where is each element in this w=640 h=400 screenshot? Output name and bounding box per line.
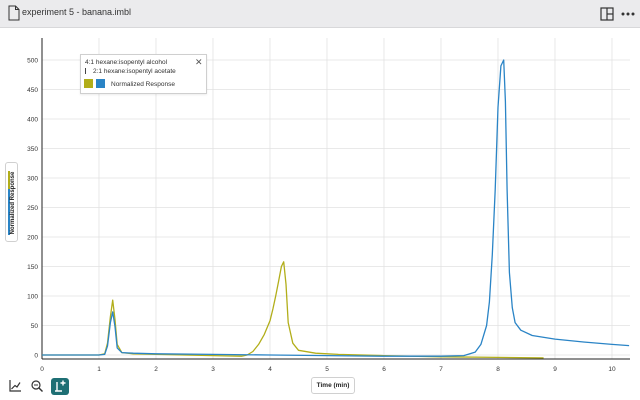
- legend-close-icon[interactable]: ✕: [195, 58, 203, 67]
- y-tick-label: 100: [27, 294, 38, 301]
- x-tick-label: 8: [496, 366, 500, 373]
- split-view-icon[interactable]: [599, 6, 615, 22]
- y-tick-label: 0: [34, 353, 38, 360]
- legend-entry-secondary: 2:1 hexane:isopentyl acetate: [85, 68, 176, 75]
- y-tick-label: 450: [27, 87, 38, 94]
- x-axis-label-button[interactable]: Time (min): [311, 377, 355, 394]
- legend-entry-label: 2:1 hexane:isopentyl acetate: [93, 68, 176, 75]
- legend-title: 4:1 hexane:isopentyl alcohol: [85, 59, 168, 66]
- y-tick-label: 50: [31, 323, 39, 330]
- zoom-icon: [31, 380, 43, 392]
- y-tick-label: 400: [27, 117, 38, 124]
- x-tick-label: 0: [40, 366, 44, 373]
- y-tick-label: 300: [27, 176, 38, 183]
- series-lines: [42, 59, 630, 359]
- y-tick-label: 200: [27, 235, 38, 242]
- y-tick-label: 500: [27, 58, 38, 65]
- x-tick-label: 3: [211, 366, 215, 373]
- x-tick-label: 5: [325, 366, 329, 373]
- line-chart-icon: [9, 380, 21, 392]
- yellow-swatch-icon: [84, 79, 93, 88]
- y-tick-label: 150: [27, 264, 38, 271]
- title-bar: experiment 5 - banana.imbl: [0, 0, 640, 28]
- x-tick-label: 4: [268, 366, 272, 373]
- blue-swatch-icon: [96, 79, 105, 88]
- legend-entry-label: Normalized Response: [111, 81, 175, 88]
- x-tick-label: 2: [154, 366, 158, 373]
- legend-marker-icon: [85, 68, 86, 74]
- chart-legend: 4:1 hexane:isopentyl alcohol ✕ 2:1 hexan…: [80, 54, 207, 94]
- x-tick-label: 7: [439, 366, 443, 373]
- y-axis-label: Normalized Response: [10, 171, 16, 235]
- y-axis-label-button[interactable]: Normalized Response: [5, 162, 18, 242]
- add-marker-tool-button[interactable]: [51, 378, 69, 395]
- file-name: experiment 5 - banana.imbl: [22, 7, 132, 17]
- document-icon: [8, 5, 20, 21]
- more-icon[interactable]: [620, 6, 636, 22]
- x-tick-label: 10: [608, 366, 616, 373]
- add-marker-icon: [55, 380, 66, 392]
- y-tick-label: 350: [27, 146, 38, 153]
- y-tick-label: 250: [27, 205, 38, 212]
- zoom-tool-button[interactable]: [28, 378, 46, 395]
- series-line-2: [42, 59, 630, 357]
- x-tick-label: 9: [553, 366, 557, 373]
- legend-entry-normalized: Normalized Response: [84, 79, 175, 88]
- x-tick-label: 6: [382, 366, 386, 373]
- line-chart-tool-button[interactable]: [6, 378, 24, 395]
- x-tick-label: 1: [97, 366, 101, 373]
